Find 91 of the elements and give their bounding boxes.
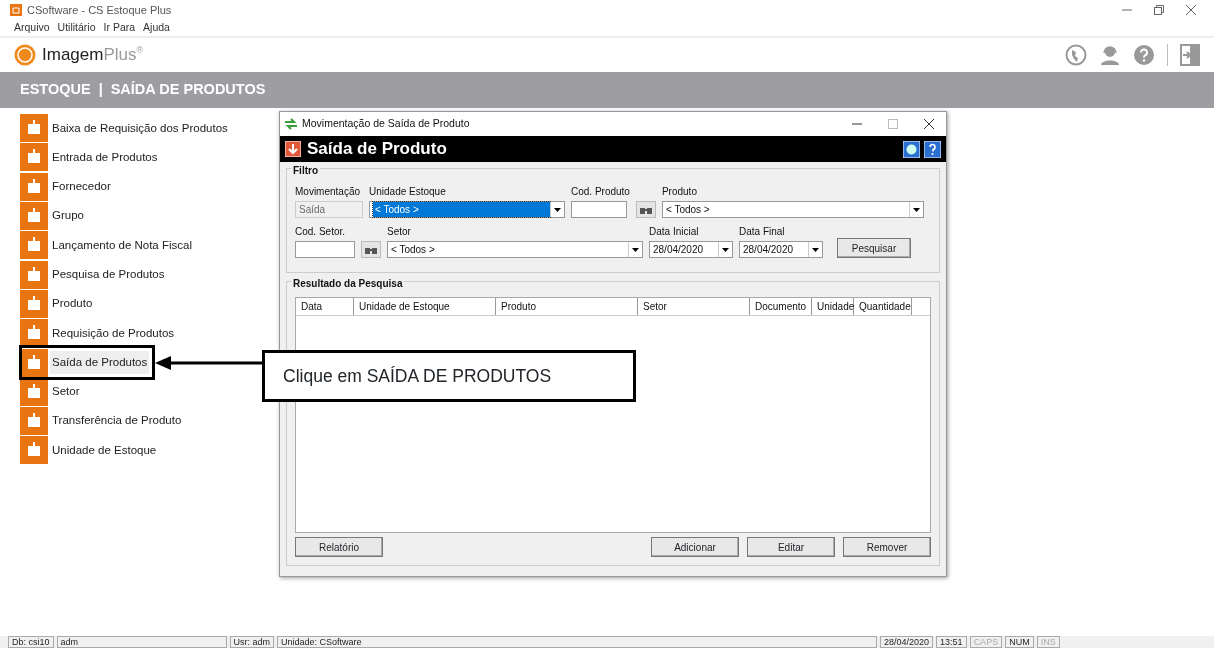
dropdown[interactable]: < Todos > [661, 201, 924, 218]
menu-item-icon [20, 172, 48, 201]
sidebar-item[interactable]: Setor [50, 380, 82, 404]
dropdown[interactable]: < Todos > [369, 201, 565, 218]
column-header[interactable]: Data [296, 298, 354, 315]
dropdown-arrow-icon [812, 247, 819, 252]
menu-item-icon [20, 407, 48, 436]
field-label: Cod. Setor. [295, 225, 347, 239]
menu-item-icon [20, 114, 48, 143]
report-button[interactable]: Relatório [295, 537, 383, 557]
action-button[interactable]: Adicionar [651, 537, 739, 557]
menu-item-icon [20, 143, 48, 172]
maximize-icon [888, 119, 898, 129]
dialog-title: Movimentação de Saída de Produto [302, 116, 470, 132]
breadcrumb-page: SAÍDA DE PRODUTOS [110, 80, 266, 100]
menu-item-icon [20, 231, 48, 260]
menu-item-icon [20, 436, 48, 465]
app-icon [10, 4, 22, 16]
sidebar-item[interactable]: Grupo [50, 204, 86, 228]
menu-item-icon [20, 319, 48, 348]
field-label: Setor [387, 225, 412, 239]
help-icon[interactable] [924, 140, 941, 158]
menu-item-icon [20, 260, 48, 289]
sidebar-item[interactable]: Pesquisa de Produtos [50, 263, 167, 287]
column-header[interactable]: Unidade [812, 298, 854, 315]
transfer-arrows-icon [284, 117, 298, 131]
menu-item[interactable]: Ir Para [103, 20, 136, 36]
menu-item-icon [20, 348, 48, 377]
menu-item-icon [20, 289, 48, 318]
exit-door-icon[interactable] [1180, 44, 1200, 66]
callout-box: Clique em SAÍDA DE PRODUTOS [262, 350, 636, 402]
logo-icon [14, 44, 36, 66]
status-indicator: INS [1036, 636, 1060, 648]
column-header[interactable]: Unidade de Estoque [354, 298, 496, 315]
sidebar-item[interactable]: Saída de Produtos [50, 350, 150, 375]
search-button[interactable]: Pesquisar [837, 238, 911, 258]
action-button[interactable]: Editar [747, 537, 835, 557]
status-indicator: CAPS [969, 636, 1003, 648]
field-label: Movimentação [295, 185, 362, 199]
input-field[interactable] [571, 201, 627, 218]
status-cell: adm [56, 636, 227, 648]
sidebar-item[interactable]: Transferência de Produto [50, 409, 184, 433]
window-title: CSoftware - CS Estoque Plus [27, 2, 172, 18]
dropdown-arrow-icon [722, 247, 729, 252]
input-field[interactable] [295, 241, 355, 258]
sidebar-item[interactable]: Produto [50, 292, 95, 316]
breadcrumb-section: ESTOQUE [20, 79, 91, 101]
sidebar-item[interactable]: Lançamento de Nota Fiscal [50, 233, 194, 257]
close-icon[interactable] [1186, 5, 1196, 15]
support-agent-icon[interactable] [1099, 44, 1121, 66]
dropdown-arrow-icon [632, 247, 639, 252]
down-arrow-icon [285, 141, 301, 157]
action-button[interactable]: Remover [843, 537, 931, 557]
text-field: Saída [295, 201, 363, 218]
column-header[interactable]: Setor [638, 298, 750, 315]
restore-icon[interactable] [1154, 5, 1164, 15]
sidebar-item[interactable]: Entrada de Produtos [50, 145, 160, 170]
lookup-button[interactable] [635, 201, 656, 218]
breadcrumb-separator: | [98, 80, 103, 100]
lookup-button[interactable] [361, 241, 381, 258]
status-indicator: NUM [1005, 636, 1034, 648]
column-header[interactable]: Produto [496, 298, 638, 315]
close-icon[interactable] [924, 119, 934, 129]
dropdown[interactable]: < Todos > [387, 241, 643, 258]
status-indicator: 13:51 [936, 636, 967, 648]
dialog-heading: Saída de Produto [307, 138, 447, 161]
status-cell: Db: csi10 [8, 636, 54, 648]
status-cell: Unidade: CSoftware [277, 636, 878, 648]
dropdown-arrow-icon [554, 207, 561, 212]
dropdown-arrow-icon [912, 207, 920, 212]
field-label: Produto [661, 185, 698, 199]
menu-item[interactable]: Arquivo [14, 20, 50, 36]
sidebar-item[interactable]: Baixa de Requisição dos Produtos [50, 116, 230, 140]
status-cell: Usr: adm [229, 636, 275, 648]
sidebar-item[interactable]: Fornecedor [50, 175, 113, 199]
dropdown[interactable]: 28/04/2020 [739, 241, 823, 258]
brand-name: ImagemPlus® [42, 45, 144, 65]
menu-item[interactable]: Utilitário [57, 20, 96, 36]
sidebar-item[interactable]: Requisição de Produtos [50, 321, 177, 345]
menu-item-icon [20, 202, 48, 231]
sidebar-item[interactable]: Unidade de Estoque [50, 438, 159, 463]
field-label: Data Final [739, 225, 786, 239]
column-header[interactable]: Documento [750, 298, 812, 315]
status-indicator: 28/04/2020 [880, 636, 934, 648]
field-label: Unidade Estoque [369, 185, 447, 199]
column-header[interactable]: Quantidade [854, 298, 912, 315]
menu-item[interactable]: Ajuda [143, 20, 170, 36]
dropdown[interactable]: 28/04/2020 [649, 241, 733, 258]
field-label: Cod. Produto [571, 185, 630, 199]
field-label: Data Inicial [649, 225, 700, 239]
group-legend: Resultado da Pesquisa [291, 276, 405, 291]
